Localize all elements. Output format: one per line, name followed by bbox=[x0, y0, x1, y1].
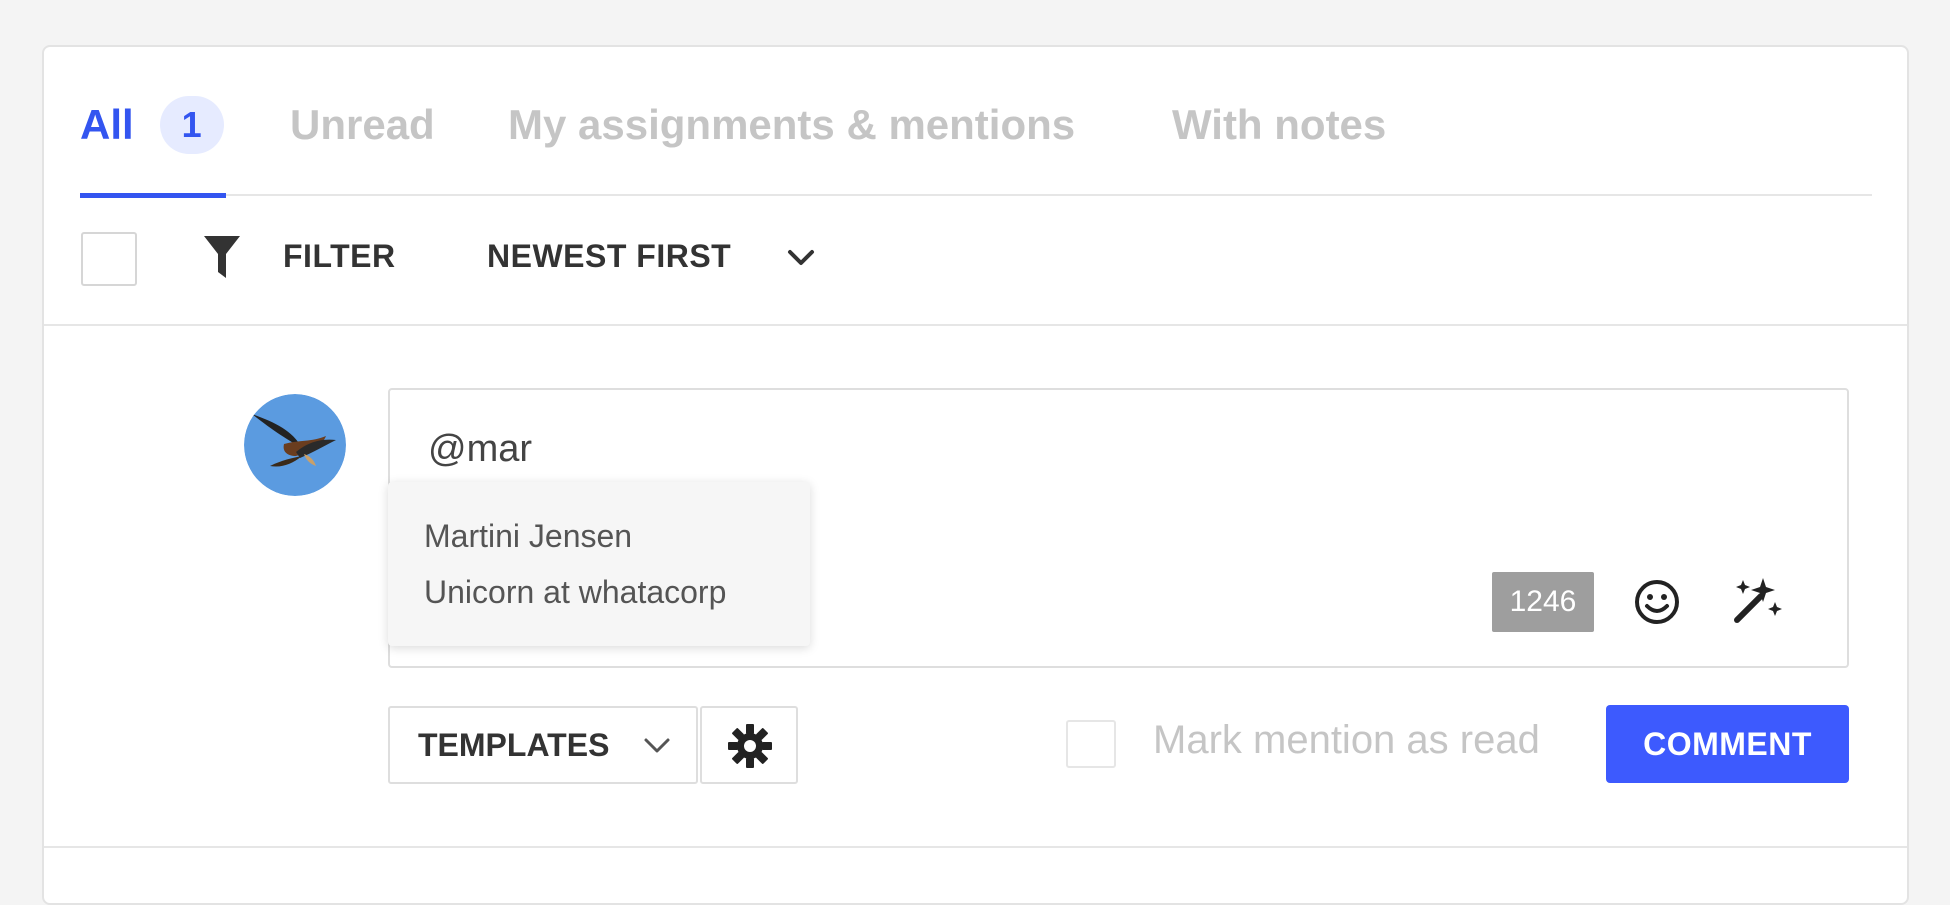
select-all-checkbox[interactable] bbox=[81, 232, 137, 286]
tab-with-notes[interactable]: With notes bbox=[1172, 86, 1386, 194]
mention-suggestion-dropdown[interactable]: Martini Jensen Unicorn at whatacorp bbox=[388, 482, 810, 646]
chevron-down-icon bbox=[644, 738, 670, 753]
tab-bar: All 1 Unread My assignments & mentions W… bbox=[80, 86, 1872, 198]
tab-all[interactable]: All 1 bbox=[80, 86, 226, 198]
chevron-down-icon[interactable] bbox=[786, 248, 816, 268]
bottom-divider bbox=[44, 846, 1907, 848]
tab-unread[interactable]: Unread bbox=[290, 86, 435, 194]
comment-input-text[interactable]: @mar bbox=[428, 428, 532, 471]
sort-label[interactable]: NEWEST FIRST bbox=[487, 238, 731, 275]
filter-icon[interactable] bbox=[202, 234, 242, 280]
comment-button[interactable]: COMMENT bbox=[1606, 705, 1849, 783]
mark-mention-read-checkbox[interactable] bbox=[1066, 720, 1116, 768]
gear-icon bbox=[728, 724, 772, 768]
tab-my-assignments-label: My assignments & mentions bbox=[508, 101, 1076, 148]
mark-mention-read-label[interactable]: Mark mention as read bbox=[1153, 718, 1540, 763]
character-counter: 1246 bbox=[1492, 572, 1594, 632]
templates-button[interactable]: TEMPLATES bbox=[388, 706, 698, 784]
mention-suggestion-name: Martini Jensen bbox=[424, 518, 633, 554]
tab-all-count-badge: 1 bbox=[159, 96, 224, 154]
settings-button[interactable] bbox=[700, 706, 798, 784]
tab-unread-label: Unread bbox=[290, 101, 435, 148]
tab-with-notes-label: With notes bbox=[1172, 101, 1387, 148]
emoji-icon[interactable] bbox=[1633, 578, 1681, 626]
templates-label: TEMPLATES bbox=[418, 726, 610, 763]
mention-suggestion-role: Unicorn at whatacorp bbox=[424, 574, 727, 610]
filter-label[interactable]: FILTER bbox=[283, 238, 396, 275]
magic-wand-icon[interactable] bbox=[1731, 574, 1783, 626]
bird-avatar-image bbox=[244, 394, 346, 496]
tab-all-label: All bbox=[80, 101, 134, 148]
toolbar-divider bbox=[44, 324, 1907, 326]
avatar bbox=[244, 394, 346, 496]
tab-my-assignments-mentions[interactable]: My assignments & mentions bbox=[508, 86, 1075, 194]
